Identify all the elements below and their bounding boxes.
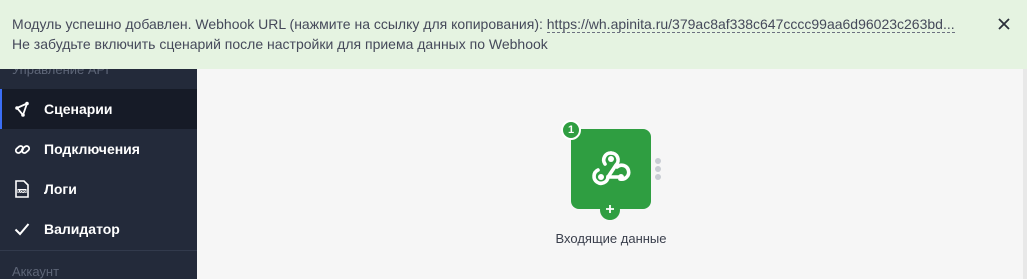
sidebar-item-label: Валидатор <box>44 221 120 237</box>
notification-text-after: Не забудьте включить сценарий после наст… <box>12 36 548 52</box>
sidebar-item-label: Логи <box>44 181 77 197</box>
success-notification: Модуль успешно добавлен. Webhook URL (на… <box>0 0 1027 69</box>
sidebar-item-connections[interactable]: Подключения <box>0 129 197 169</box>
add-module-button[interactable] <box>600 200 620 220</box>
sidebar-item-validator[interactable]: Валидатор <box>0 209 197 249</box>
webhook-icon <box>589 146 633 193</box>
svg-text:LOG: LOG <box>18 189 26 193</box>
close-notification-button[interactable] <box>995 16 1013 34</box>
sidebar-section-account: Аккаунт <box>12 264 60 279</box>
log-icon: LOG <box>13 180 31 198</box>
share-icon <box>13 100 31 118</box>
sidebar-item-label: Сценарии <box>44 101 113 117</box>
plus-icon <box>605 201 615 219</box>
drag-dot <box>655 174 661 180</box>
webhook-url-link[interactable]: https://wh.apinita.ru/379ac8af338c647ccc… <box>546 16 955 33</box>
notification-text-before: Модуль успешно добавлен. Webhook URL (на… <box>12 16 547 32</box>
drag-dot <box>655 158 661 164</box>
node-drag-handle[interactable] <box>654 158 662 182</box>
module-order-badge: 1 <box>561 120 581 140</box>
module-node-label: Входящие данные <box>555 231 667 246</box>
check-icon <box>13 220 31 238</box>
module-node[interactable] <box>571 129 651 209</box>
sidebar-item-label: Подключения <box>44 141 140 157</box>
sidebar-divider <box>0 250 197 251</box>
drag-dot <box>655 166 661 172</box>
link-icon <box>13 140 31 158</box>
close-icon <box>998 15 1010 35</box>
sidebar-item-logs[interactable]: LOG Логи <box>0 169 197 209</box>
sidebar-item-scenarios[interactable]: Сценарии <box>0 89 197 129</box>
